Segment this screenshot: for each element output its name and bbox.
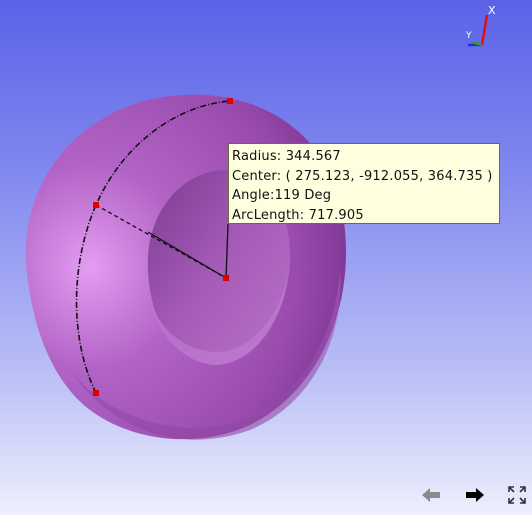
radius-text: Radius: 344.567 [232, 149, 341, 164]
measurement-tooltip: Radius: 344.567 Center: ( 275.123, -912.… [228, 143, 500, 224]
y-axis-label: Y [465, 31, 472, 41]
arc-end-marker[interactable] [227, 98, 233, 104]
angle-text: Angle:119 Deg [232, 188, 332, 203]
arc-mid-marker[interactable] [93, 202, 99, 208]
arrow-right-icon [466, 488, 484, 502]
z-axis-line [480, 14, 489, 46]
x-axis-label: X [488, 4, 496, 17]
arrow-left-icon [422, 488, 440, 502]
arc-start-marker[interactable] [93, 390, 99, 396]
axis-triad: X Y [465, 4, 496, 47]
torus-model[interactable] [0, 0, 532, 515]
back-button[interactable] [420, 485, 442, 505]
arc-length-text: ArcLength: 717.905 [232, 207, 364, 223]
forward-button[interactable] [464, 485, 486, 505]
fullscreen-button[interactable] [507, 485, 529, 505]
3d-viewport[interactable]: X Y Radius: 344.567 Center: ( 275.123, -… [0, 0, 532, 515]
center-text: Center: ( 275.123, -912.055, 364.735 ) [232, 168, 493, 184]
fullscreen-icon [508, 486, 526, 504]
center-marker[interactable] [223, 275, 229, 281]
